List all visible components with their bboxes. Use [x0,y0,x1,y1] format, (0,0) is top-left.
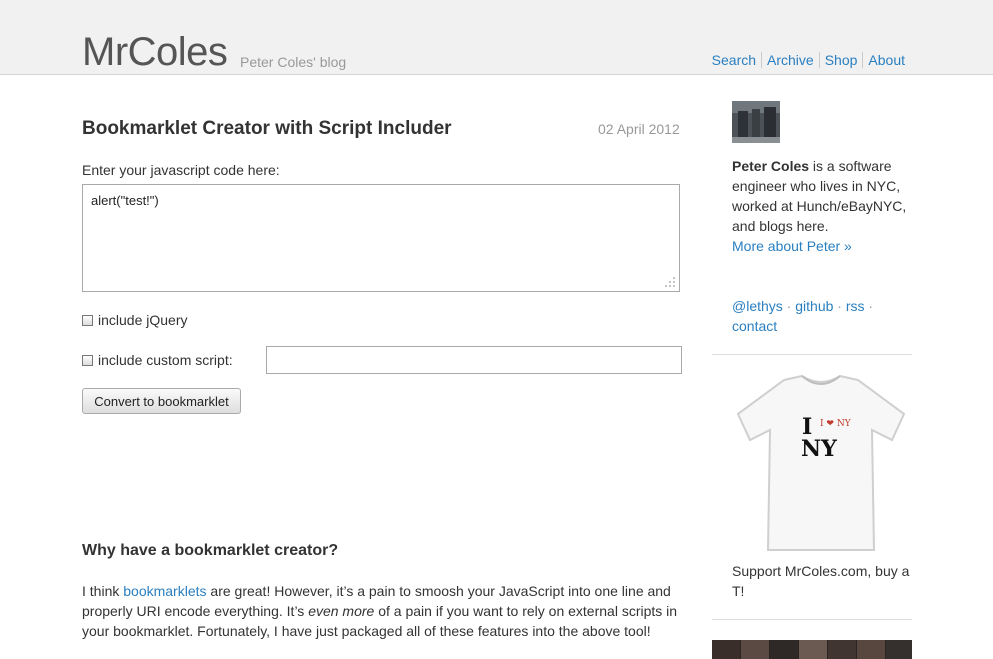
code-label: Enter your javascript code here: [82,162,280,178]
link-separator: · [782,298,796,314]
convert-button[interactable]: Convert to bookmarklet [82,388,241,414]
nav-shop[interactable]: Shop [818,52,863,68]
support-text[interactable]: Support MrColes.com, buy a T! [732,561,916,601]
para-emphasis: even more [308,603,375,619]
why-heading: Why have a bookmarklet creator? [82,542,339,559]
nav-search[interactable]: Search [707,52,761,68]
sidebar-divider [712,619,912,620]
link-separator: · [833,298,846,314]
post-title: Bookmarklet Creator with Script Includer [82,118,452,139]
tshirt-text-heart: I ❤ NY [820,419,852,429]
include-jquery-checkbox[interactable] [82,314,93,326]
contact-link[interactable]: contact [732,318,777,334]
para-text-1: I think [82,583,124,599]
tshirt-image[interactable]: I I ❤ NY NY [732,374,910,554]
include-custom-row: include custom script: [82,352,233,368]
bio: Peter Coles is a software engineer who l… [732,156,912,256]
include-custom-checkbox[interactable] [82,354,93,366]
bookmarklets-link[interactable]: bookmarklets [123,583,206,599]
photo-strip[interactable] [712,640,912,659]
sidebar-divider [712,354,912,355]
include-jquery-label[interactable]: include jQuery [98,312,188,328]
site-subtitle: Peter Coles' blog [240,54,347,70]
include-jquery-row: include jQuery [82,312,188,328]
avatar[interactable] [732,101,780,143]
twitter-link[interactable]: @lethys [732,298,783,314]
main-nav: Search Archive Shop About [707,52,910,68]
more-about-link[interactable]: More about Peter » [732,238,852,254]
code-textarea[interactable]: alert("test!") [82,184,680,292]
avatar-photo-icon [732,101,780,143]
github-link[interactable]: github [795,298,833,314]
custom-script-input[interactable] [266,346,682,374]
link-separator: · [864,298,874,314]
rss-link[interactable]: rss [846,298,865,314]
nav-archive[interactable]: Archive [761,52,819,68]
resize-grip-icon[interactable] [665,277,675,287]
bio-name: Peter Coles [732,158,810,174]
photo-strip-image [712,640,912,659]
include-custom-label[interactable]: include custom script: [98,352,233,368]
site-title[interactable]: MrColes [82,30,228,74]
nav-about[interactable]: About [862,52,910,68]
site-header: MrColes Peter Coles' blog Search Archive… [0,0,993,75]
social-links: @lethys · github · rss · contact [732,296,912,336]
tshirt-text-ny: NY [801,436,837,462]
intro-paragraph: I think bookmarklets are great! However,… [82,581,682,641]
code-text: alert("test!") [91,193,159,208]
post-date: 02 April 2012 [598,121,680,137]
